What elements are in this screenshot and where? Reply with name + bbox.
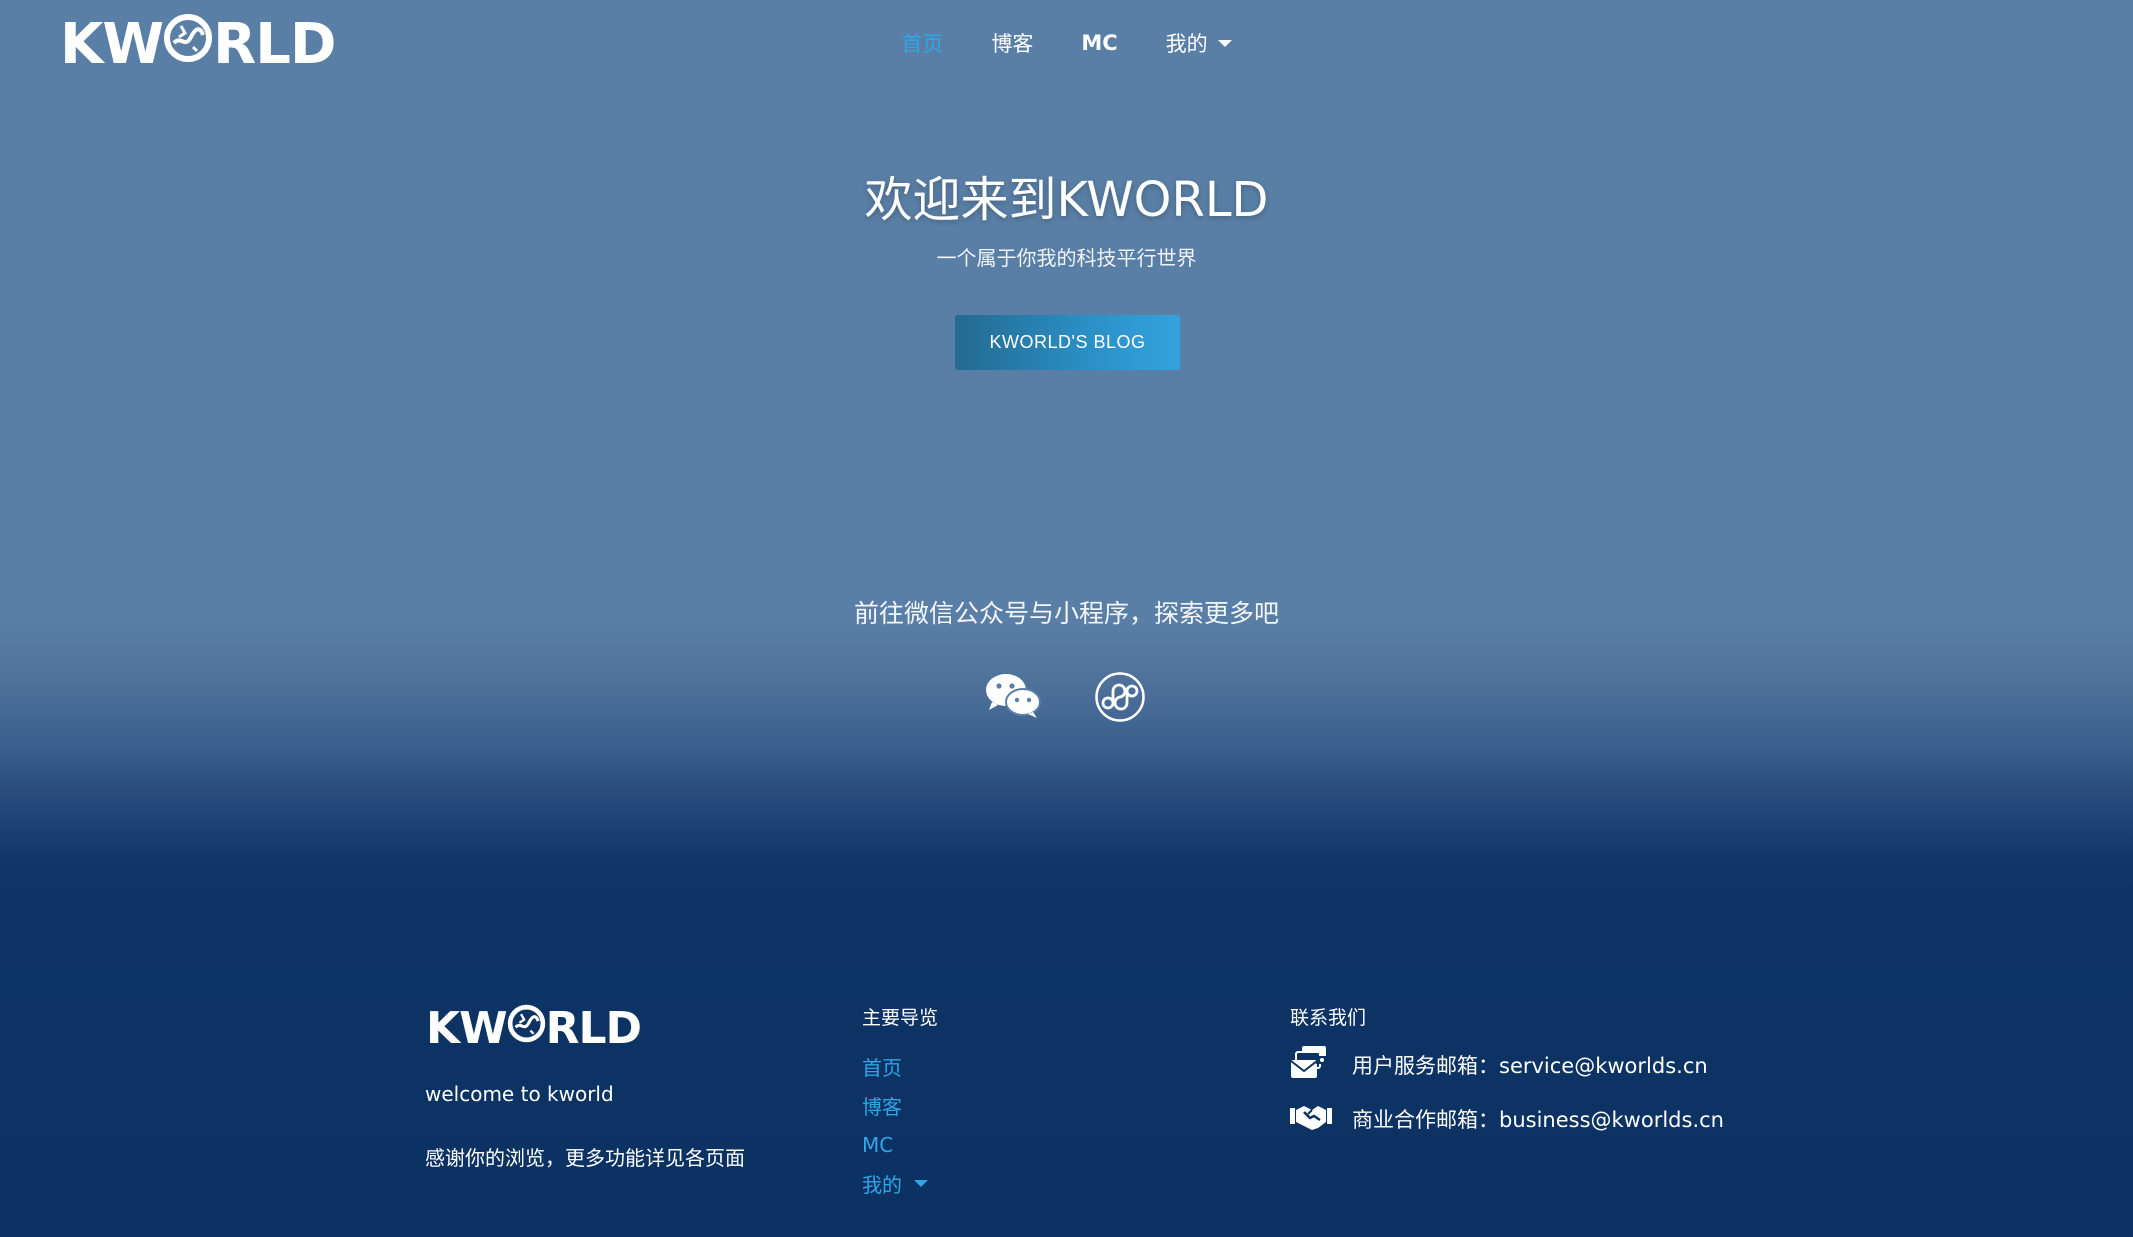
footer-link-label: 首页 xyxy=(862,1056,902,1080)
footer-logo[interactable]: KW RLD xyxy=(426,1002,642,1054)
footer-thanks-text: 感谢你的浏览，更多功能详见各页面 xyxy=(425,1146,745,1170)
footer-welcome-text: welcome to kworld xyxy=(425,1082,614,1106)
contact-text: 商业合作邮箱：business@kworlds.cn xyxy=(1352,1107,1724,1132)
social-title: 前往微信公众号与小程序，探索更多吧 xyxy=(853,599,1279,628)
nav-item-label: 首页 xyxy=(901,32,944,56)
nav-item-label: MC xyxy=(1081,31,1118,55)
footer-link-mc[interactable]: MC xyxy=(862,1132,928,1157)
footer-link-label: 博客 xyxy=(862,1095,902,1119)
wechat-icon[interactable] xyxy=(983,670,1043,720)
footer-contact-heading: 联系我们 xyxy=(1290,1007,1367,1029)
contact-text: 用户服务邮箱：service@kworlds.cn xyxy=(1352,1053,1708,1078)
chevron-down-icon xyxy=(1217,39,1232,47)
main-nav: 首页 博客 MC 我的 xyxy=(0,28,2133,58)
nav-item-mine[interactable]: 我的 xyxy=(1166,28,1232,58)
globe-icon xyxy=(507,1003,546,1054)
footer-link-label: 我的 xyxy=(862,1173,902,1197)
contact-service-email[interactable]: 用户服务邮箱：service@kworlds.cn xyxy=(1290,1044,1708,1085)
blog-button[interactable]: KWORLD'S BLOG xyxy=(955,315,1180,370)
mini-program-icon[interactable] xyxy=(1094,671,1146,723)
nav-item-blog[interactable]: 博客 xyxy=(991,28,1033,58)
footer-link-label: MC xyxy=(862,1132,894,1157)
footer-nav-heading: 主要导览 xyxy=(862,1007,939,1029)
hero-subtitle: 一个属于你我的科技平行世界 xyxy=(936,246,1197,270)
footer-link-blog[interactable]: 博客 xyxy=(862,1093,928,1119)
mail-stack-icon xyxy=(1290,1044,1332,1085)
nav-item-home[interactable]: 首页 xyxy=(901,28,943,58)
nav-item-mc[interactable]: MC xyxy=(1081,28,1117,58)
footer-link-mine[interactable]: 我的 xyxy=(862,1171,928,1197)
contact-business-email[interactable]: 商业合作邮箱：business@kworlds.cn xyxy=(1290,1098,1724,1139)
chevron-down-icon xyxy=(914,1180,928,1187)
logo-text-left: KW xyxy=(426,1002,508,1054)
hero-title: 欢迎来到KWORLD xyxy=(864,172,1269,228)
footer-link-home[interactable]: 首页 xyxy=(862,1054,928,1080)
handshake-icon xyxy=(1290,1098,1332,1139)
logo-text-right: RLD xyxy=(545,1002,642,1054)
footer-nav: 首页 博客 MC 我的 xyxy=(862,1054,928,1197)
nav-item-label: 博客 xyxy=(991,32,1034,56)
nav-item-label: 我的 xyxy=(1165,32,1208,56)
